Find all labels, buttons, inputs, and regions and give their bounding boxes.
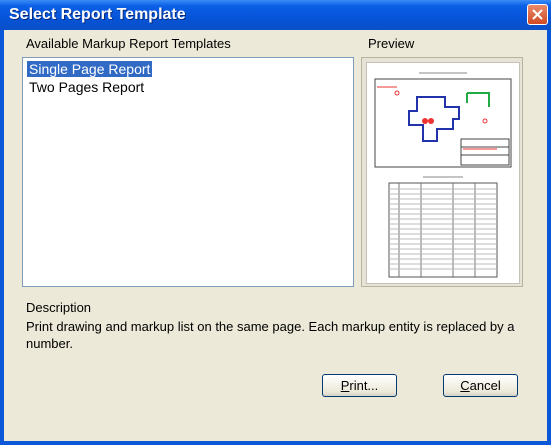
cancel-button[interactable]: Cancel xyxy=(443,374,518,397)
templates-listbox[interactable]: Single Page Report Two Pages Report xyxy=(22,57,354,287)
list-item-two-pages-report[interactable]: Two Pages Report xyxy=(27,79,146,95)
report-preview-image xyxy=(374,72,512,278)
close-button[interactable] xyxy=(527,4,548,25)
description-label: Description xyxy=(26,300,92,315)
cancel-label: ancel xyxy=(469,378,501,393)
print-button[interactable]: Print... xyxy=(322,374,397,397)
templates-label: Available Markup Report Templates xyxy=(26,36,231,51)
preview-label: Preview xyxy=(368,36,415,51)
print-label: rint... xyxy=(349,378,379,393)
title-bar[interactable]: Select Report Template xyxy=(0,0,551,30)
close-icon xyxy=(532,9,543,20)
dialog-title: Select Report Template xyxy=(9,6,186,23)
cancel-accelerator: C xyxy=(460,378,470,393)
list-item-single-page-report[interactable]: Single Page Report xyxy=(27,61,153,77)
preview-thumbnail xyxy=(366,62,520,284)
preview-panel xyxy=(361,57,523,287)
description-text: Print drawing and markup list on the sam… xyxy=(26,319,515,351)
